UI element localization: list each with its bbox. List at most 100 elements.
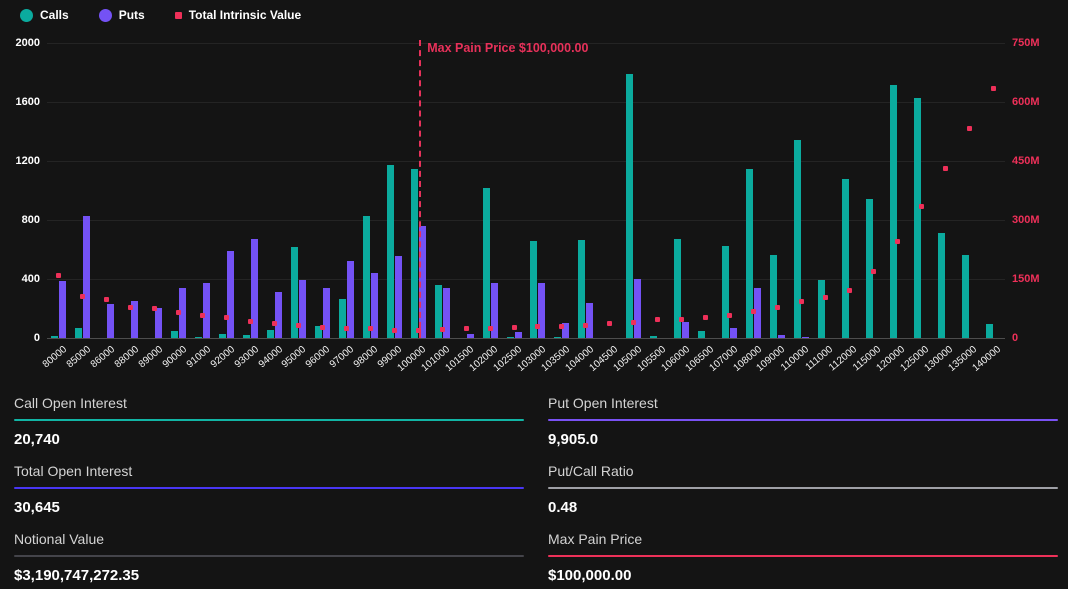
calls-bar[interactable]: [483, 188, 490, 338]
total-intrinsic-value-point[interactable]: [583, 323, 588, 328]
total-intrinsic-value-point[interactable]: [320, 325, 325, 330]
calls-bar[interactable]: [243, 335, 250, 338]
legend-item-total-intrinsic-value[interactable]: Total Intrinsic Value: [175, 8, 301, 22]
total-intrinsic-value-point[interactable]: [440, 327, 445, 332]
puts-bar[interactable]: [730, 328, 737, 338]
legend-label: Calls: [40, 8, 69, 22]
left-axis-tick: 0: [0, 332, 40, 344]
legend-item-puts[interactable]: Puts: [99, 8, 145, 22]
total-intrinsic-value-point[interactable]: [727, 313, 732, 318]
total-intrinsic-value-point[interactable]: [80, 294, 85, 299]
total-intrinsic-value-point[interactable]: [200, 313, 205, 318]
stat-label: Put/Call Ratio: [548, 463, 1058, 479]
total-intrinsic-value-point[interactable]: [224, 315, 229, 320]
total-intrinsic-value-point[interactable]: [392, 328, 397, 333]
calls-bar[interactable]: [51, 336, 58, 338]
puts-bar[interactable]: [634, 279, 641, 338]
total-intrinsic-value-point[interactable]: [512, 325, 517, 330]
total-intrinsic-value-point[interactable]: [943, 166, 948, 171]
stat-value: $3,190,747,272.35: [14, 567, 524, 584]
x-axis-label: 90000: [160, 344, 188, 370]
puts-bar[interactable]: [515, 332, 522, 338]
puts-bar[interactable]: [299, 280, 306, 338]
puts-bar[interactable]: [83, 216, 90, 338]
left-axis-tick: 800: [0, 214, 40, 226]
total-intrinsic-value-point[interactable]: [344, 326, 349, 331]
total-intrinsic-value-point[interactable]: [847, 288, 852, 293]
total-intrinsic-value-point[interactable]: [799, 299, 804, 304]
total-intrinsic-value-point[interactable]: [535, 324, 540, 329]
calls-bar[interactable]: [363, 216, 370, 338]
total-intrinsic-value-point[interactable]: [679, 317, 684, 322]
total-intrinsic-value-point[interactable]: [895, 239, 900, 244]
puts-bar[interactable]: [203, 283, 210, 338]
stat-label: Put Open Interest: [548, 395, 1058, 411]
calls-bar[interactable]: [986, 324, 993, 338]
total-intrinsic-value-point[interactable]: [152, 306, 157, 311]
total-intrinsic-value-point[interactable]: [655, 317, 660, 322]
calls-bar[interactable]: [171, 331, 178, 338]
calls-bar[interactable]: [698, 331, 705, 338]
calls-bar[interactable]: [674, 239, 681, 338]
puts-bar[interactable]: [778, 335, 785, 338]
stat-label: Total Open Interest: [14, 463, 524, 479]
puts-bar[interactable]: [467, 334, 474, 338]
total-intrinsic-value-point[interactable]: [248, 319, 253, 324]
total-intrinsic-value-point[interactable]: [296, 323, 301, 328]
puts-bar[interactable]: [802, 337, 809, 338]
calls-bar[interactable]: [770, 255, 777, 338]
calls-bar[interactable]: [818, 280, 825, 338]
right-axis-tick: 0: [1012, 332, 1018, 344]
total-intrinsic-value-point[interactable]: [823, 295, 828, 300]
options-open-interest-dashboard: CallsPutsTotal Intrinsic Value 040080012…: [0, 0, 1068, 589]
puts-bar[interactable]: [395, 256, 402, 338]
total-intrinsic-value-point[interactable]: [128, 305, 133, 310]
puts-bar[interactable]: [227, 251, 234, 338]
total-intrinsic-value-point[interactable]: [991, 86, 996, 91]
total-intrinsic-value-point[interactable]: [919, 204, 924, 209]
calls-bar[interactable]: [411, 169, 418, 338]
calls-bar[interactable]: [219, 334, 226, 338]
calls-bar[interactable]: [962, 255, 969, 338]
total-intrinsic-value-point[interactable]: [104, 297, 109, 302]
total-intrinsic-value-point[interactable]: [176, 310, 181, 315]
total-intrinsic-value-point[interactable]: [272, 321, 277, 326]
calls-bar[interactable]: [914, 98, 921, 338]
calls-bar[interactable]: [890, 85, 897, 338]
total-intrinsic-value-point[interactable]: [607, 321, 612, 326]
puts-bar[interactable]: [275, 292, 282, 338]
total-intrinsic-value-point[interactable]: [967, 126, 972, 131]
total-intrinsic-value-point[interactable]: [631, 320, 636, 325]
stat-underline: [548, 555, 1058, 557]
puts-bar[interactable]: [59, 281, 66, 338]
calls-bar[interactable]: [938, 233, 945, 338]
calls-bar[interactable]: [507, 337, 514, 338]
calls-bar[interactable]: [650, 336, 657, 338]
puts-bar[interactable]: [538, 283, 545, 338]
total-intrinsic-value-point[interactable]: [703, 315, 708, 320]
total-intrinsic-value-point[interactable]: [775, 305, 780, 310]
legend-item-calls[interactable]: Calls: [20, 8, 69, 22]
calls-bar[interactable]: [339, 299, 346, 338]
puts-bar[interactable]: [155, 308, 162, 338]
calls-bar[interactable]: [794, 140, 801, 338]
total-intrinsic-value-point[interactable]: [56, 273, 61, 278]
calls-bar[interactable]: [554, 337, 561, 338]
total-intrinsic-value-point[interactable]: [751, 309, 756, 314]
total-intrinsic-value-point[interactable]: [559, 324, 564, 329]
calls-bar[interactable]: [722, 246, 729, 338]
calls-bar[interactable]: [387, 165, 394, 338]
calls-bar[interactable]: [626, 74, 633, 338]
total-intrinsic-value-point[interactable]: [871, 269, 876, 274]
calls-bar[interactable]: [267, 330, 274, 338]
calls-bar[interactable]: [842, 179, 849, 338]
total-intrinsic-value-point[interactable]: [488, 326, 493, 331]
puts-bar[interactable]: [682, 322, 689, 338]
puts-bar[interactable]: [107, 304, 114, 338]
total-intrinsic-value-point[interactable]: [368, 326, 373, 331]
calls-bar[interactable]: [195, 337, 202, 338]
puts-bar[interactable]: [323, 288, 330, 338]
total-intrinsic-value-point[interactable]: [464, 326, 469, 331]
calls-bar[interactable]: [75, 328, 82, 338]
puts-bar[interactable]: [586, 303, 593, 338]
